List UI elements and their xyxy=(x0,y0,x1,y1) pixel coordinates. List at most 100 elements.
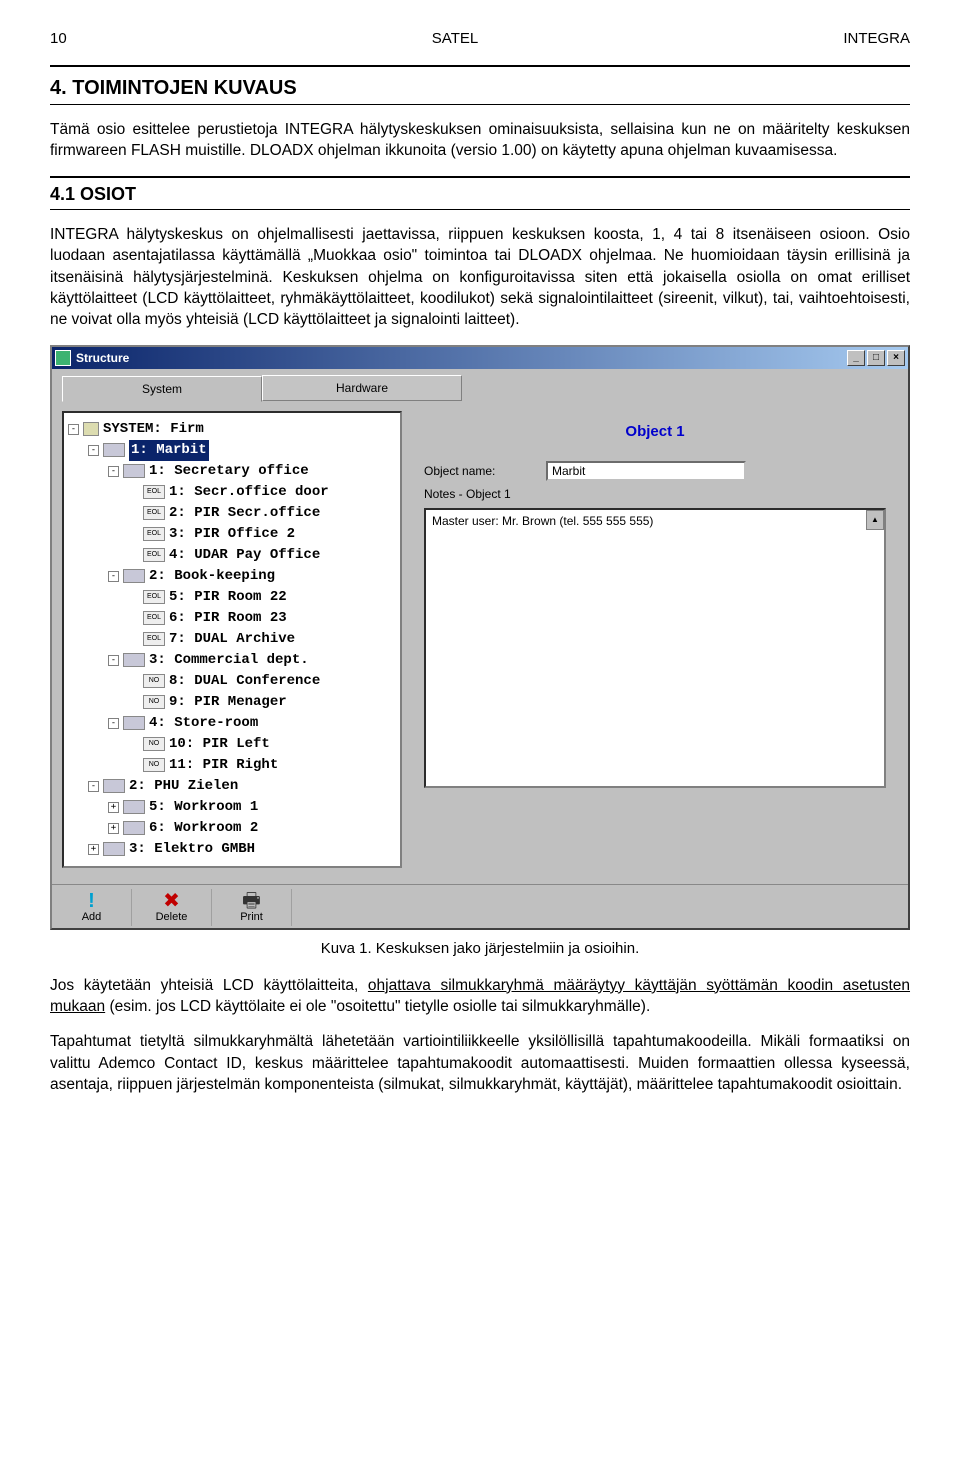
tree-node[interactable]: -1: Marbit xyxy=(68,440,396,461)
maximize-button[interactable]: □ xyxy=(867,350,885,366)
window-title: Structure xyxy=(76,351,129,365)
tree-node[interactable]: EOL6: PIR Room 23 xyxy=(68,608,396,629)
scroll-up-icon[interactable]: ▲ xyxy=(866,510,884,530)
tree-label: 7: DUAL Archive xyxy=(169,629,295,650)
tree-label: 2: Book-keeping xyxy=(149,566,275,587)
tree-node[interactable]: EOL 1: Secr.office door xyxy=(68,482,396,503)
tree-node[interactable]: - 2: Book-keeping xyxy=(68,566,396,587)
add-button[interactable]: ! Add xyxy=(52,889,132,926)
window-titlebar: Structure _ □ × xyxy=(52,347,908,369)
tree-label: 10: PIR Left xyxy=(169,734,270,755)
tree-node[interactable]: - SYSTEM: Firm xyxy=(68,419,396,440)
expand-icon[interactable]: + xyxy=(108,802,119,813)
bottom-toolbar: ! Add ✖ Delete 🖶 Print xyxy=(52,884,908,928)
tree-node[interactable]: NO 9: PIR Menager xyxy=(68,692,396,713)
expand-icon[interactable]: + xyxy=(108,823,119,834)
tree-node[interactable]: EOL 5: PIR Room 22 xyxy=(68,587,396,608)
product: INTEGRA xyxy=(843,30,910,47)
tree-label: 1: Secretary office xyxy=(149,461,309,482)
collapse-icon[interactable]: - xyxy=(88,445,99,456)
zone-icon: EOL xyxy=(143,632,165,646)
tree-label: 9: PIR Menager xyxy=(169,692,287,713)
tree-node[interactable]: EOL 2: PIR Secr.office xyxy=(68,503,396,524)
collapse-icon[interactable]: - xyxy=(108,718,119,729)
tabs: System Hardware xyxy=(52,369,908,401)
folder-icon xyxy=(123,821,145,835)
tree-label: 4: Store-room xyxy=(149,713,258,734)
add-icon: ! xyxy=(52,891,131,911)
brand: SATEL xyxy=(432,30,478,47)
zone-icon: NO xyxy=(143,695,165,709)
tree-node[interactable]: +6: Workroom 2 xyxy=(68,818,396,839)
folder-icon xyxy=(123,653,145,667)
tree-node[interactable]: EOL4: UDAR Pay Office xyxy=(68,545,396,566)
delete-button[interactable]: ✖ Delete xyxy=(132,889,212,926)
notes-label: Notes - Object 1 xyxy=(424,487,534,501)
tree-label: 5: PIR Room 22 xyxy=(169,587,287,608)
tree-node[interactable]: - 2: PHU Zielen xyxy=(68,776,396,797)
tree-node[interactable]: - 3: Commercial dept. xyxy=(68,650,396,671)
folder-icon xyxy=(103,779,125,793)
paragraph-lcd: Jos käytetään yhteisiä LCD käyttölaittei… xyxy=(50,975,910,1018)
paragraph-events: Tapahtumat tietyltä silmukkaryhmältä läh… xyxy=(50,1031,910,1095)
tree-label: 6: Workroom 2 xyxy=(149,818,258,839)
close-button[interactable]: × xyxy=(887,350,905,366)
print-icon: 🖶 xyxy=(212,891,291,911)
tree-node[interactable]: +3: Elektro GMBH xyxy=(68,839,396,860)
section-4-1-title: 4.1 OSIOT xyxy=(50,184,910,205)
tree-node[interactable]: NO11: PIR Right xyxy=(68,755,396,776)
collapse-icon[interactable]: - xyxy=(108,466,119,477)
object-name-label: Object name: xyxy=(424,464,534,478)
folder-icon xyxy=(103,842,125,856)
minimize-button[interactable]: _ xyxy=(847,350,865,366)
collapse-icon[interactable]: - xyxy=(108,571,119,582)
section-4-title: 4. TOIMINTOJEN KUVAUS xyxy=(50,77,910,100)
notes-textarea[interactable]: Master user: Mr. Brown (tel. 555 555 555… xyxy=(424,508,886,788)
expand-icon[interactable]: + xyxy=(88,844,99,855)
notes-content: Master user: Mr. Brown (tel. 555 555 555… xyxy=(432,514,653,528)
folder-icon xyxy=(123,716,145,730)
page-header: 10 SATEL INTEGRA xyxy=(50,30,910,47)
zone-icon: NO xyxy=(143,758,165,772)
details-pane: Object 1 Object name: Notes - Object 1 M… xyxy=(412,411,898,868)
zone-icon: EOL xyxy=(143,527,165,541)
tree-label: 3: Commercial dept. xyxy=(149,650,309,671)
tab-hardware[interactable]: Hardware xyxy=(262,375,462,401)
zone-icon: NO xyxy=(143,674,165,688)
zone-icon: NO xyxy=(143,737,165,751)
paragraph-intro: Tämä osio esittelee perustietoja INTEGRA… xyxy=(50,119,910,162)
tree-label: 2: PIR Secr.office xyxy=(169,503,320,524)
zone-icon: EOL xyxy=(143,506,165,520)
folder-icon xyxy=(123,569,145,583)
zone-icon: EOL xyxy=(143,548,165,562)
folder-icon xyxy=(123,464,145,478)
folder-icon xyxy=(103,443,125,457)
print-button[interactable]: 🖶 Print xyxy=(212,889,292,926)
delete-icon: ✖ xyxy=(132,891,211,911)
tree-label: 3: PIR Office 2 xyxy=(169,524,295,545)
folder-icon xyxy=(123,800,145,814)
object-name-input[interactable] xyxy=(546,461,746,481)
tree-node[interactable]: EOL 7: DUAL Archive xyxy=(68,629,396,650)
structure-window: Structure _ □ × System Hardware -SYSTEM:… xyxy=(50,345,910,930)
collapse-icon[interactable]: - xyxy=(68,424,79,435)
app-icon xyxy=(55,350,71,366)
tree-view[interactable]: -SYSTEM: Firm-1: Marbit-1: Secretary off… xyxy=(62,411,402,868)
tree-node[interactable]: - 1: Secretary office xyxy=(68,461,396,482)
tree-node[interactable]: NO8: DUAL Conference xyxy=(68,671,396,692)
zone-icon: EOL xyxy=(143,590,165,604)
tree-label: SYSTEM: Firm xyxy=(103,419,204,440)
zone-icon: EOL xyxy=(143,611,165,625)
tree-node[interactable]: +5: Workroom 1 xyxy=(68,797,396,818)
tree-node[interactable]: - 4: Store-room xyxy=(68,713,396,734)
tab-system[interactable]: System xyxy=(62,376,262,402)
collapse-icon[interactable]: - xyxy=(108,655,119,666)
zone-icon: EOL xyxy=(143,485,165,499)
tree-node[interactable]: EOL 3: PIR Office 2 xyxy=(68,524,396,545)
tree-node[interactable]: NO 10: PIR Left xyxy=(68,734,396,755)
tree-label: 2: PHU Zielen xyxy=(129,776,238,797)
collapse-icon[interactable]: - xyxy=(88,781,99,792)
page-number: 10 xyxy=(50,30,67,47)
paragraph-osiot: INTEGRA hälytyskeskus on ohjelmallisesti… xyxy=(50,224,910,331)
tree-label: 1: Secr.office door xyxy=(169,482,329,503)
